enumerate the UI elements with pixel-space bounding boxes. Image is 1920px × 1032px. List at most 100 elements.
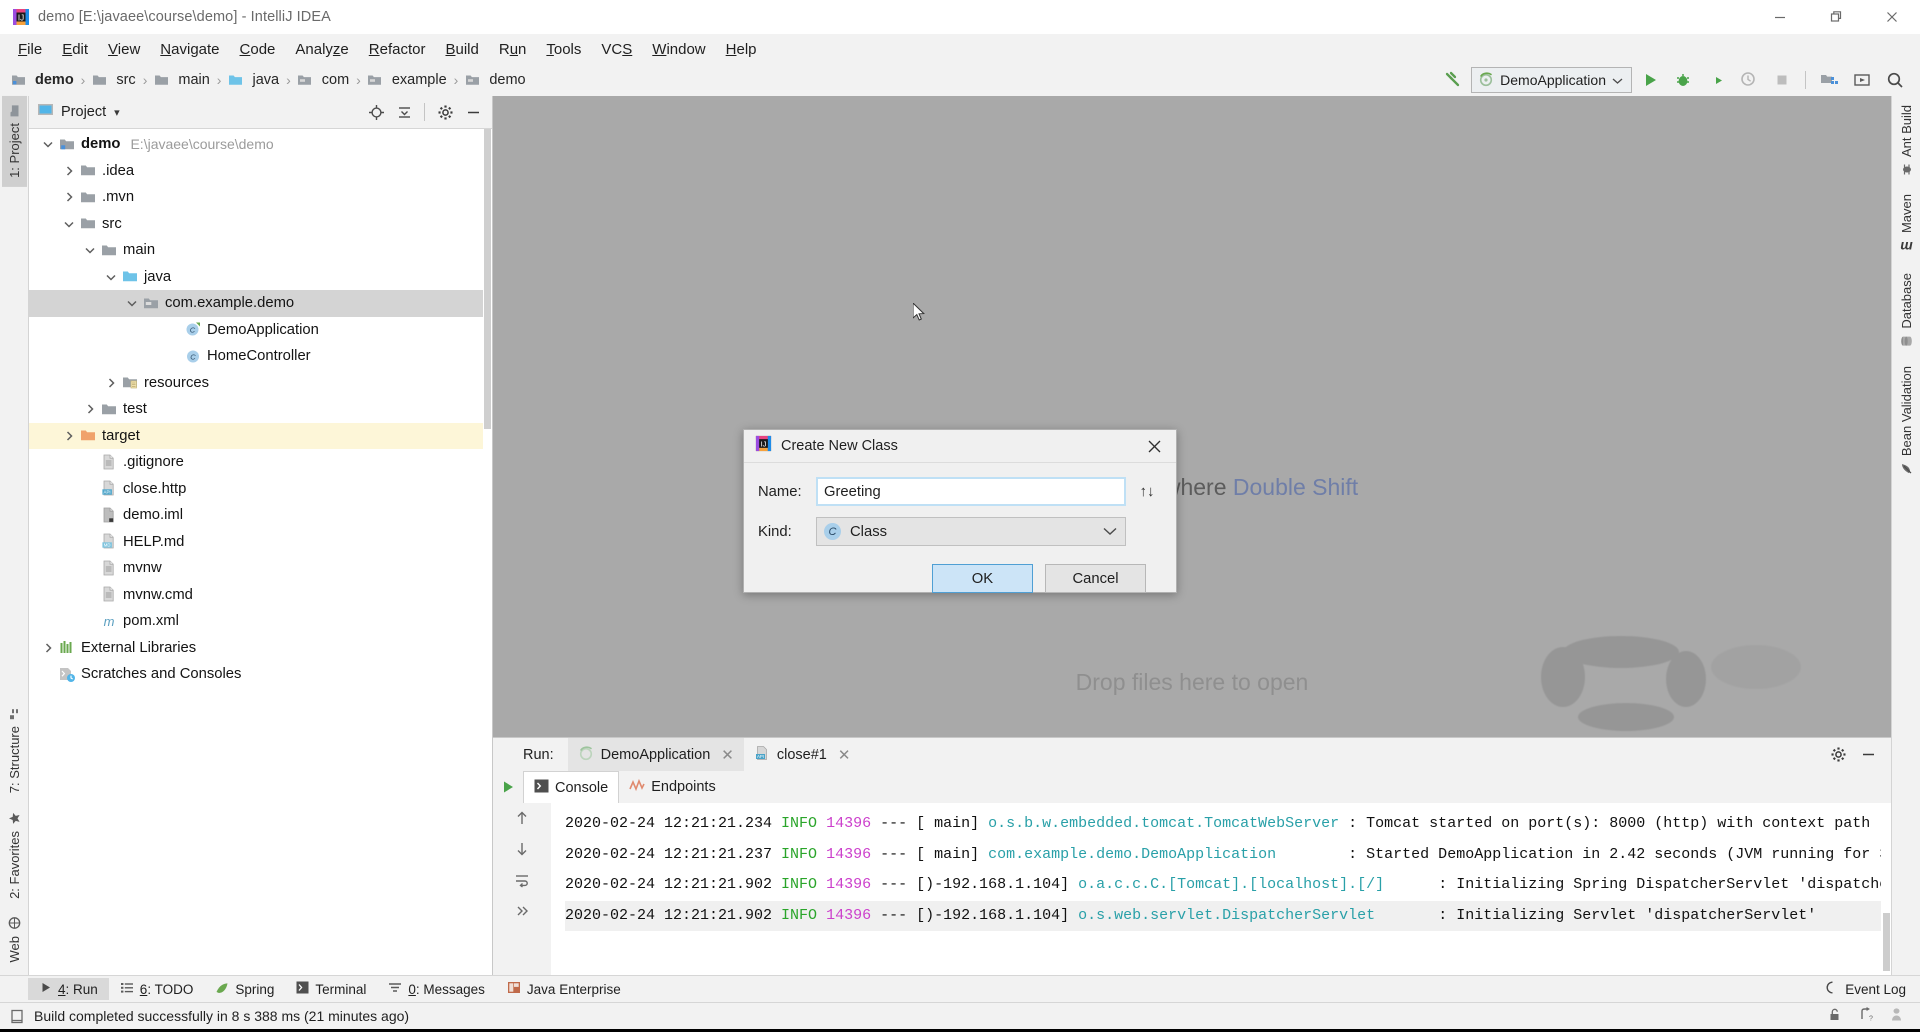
tool-strip-item-terminal[interactable]: Terminal bbox=[285, 978, 377, 1000]
close-icon[interactable]: ✕ bbox=[838, 746, 851, 764]
menu-item-view[interactable]: View bbox=[98, 38, 150, 61]
lock-icon[interactable] bbox=[1827, 1007, 1842, 1025]
search-icon[interactable] bbox=[1880, 66, 1910, 94]
tree-item--idea[interactable]: .idea bbox=[29, 158, 492, 185]
run-icon[interactable] bbox=[1635, 66, 1665, 94]
chevron-down-icon[interactable] bbox=[60, 215, 78, 233]
chevron-down-icon[interactable] bbox=[81, 241, 99, 259]
maximize-button[interactable] bbox=[1808, 0, 1864, 34]
build-hammer-icon[interactable] bbox=[1438, 66, 1468, 94]
chevron-right-icon[interactable] bbox=[60, 427, 78, 445]
sidebar-item-database[interactable]: Database bbox=[1894, 264, 1919, 357]
git-branch-icon[interactable]: ? bbox=[1858, 1007, 1873, 1025]
chevron-down-icon[interactable] bbox=[39, 135, 57, 153]
sidebar-item-ant-build[interactable]: Ant Build bbox=[1894, 96, 1919, 185]
tree-item-demo[interactable]: demo E:\javaee\course\demo bbox=[29, 131, 492, 158]
close-icon[interactable]: ✕ bbox=[721, 746, 734, 764]
tree-item-help-md[interactable]: MD HELP.md bbox=[29, 529, 492, 556]
console-scrollbar[interactable] bbox=[1881, 803, 1891, 975]
chevron-right-icon[interactable] bbox=[81, 400, 99, 418]
breadcrumb-item-com[interactable]: com bbox=[295, 71, 352, 89]
sidebar-item-bean-validation[interactable]: Bean Validation bbox=[1894, 357, 1919, 484]
breadcrumb-item-main[interactable]: main bbox=[151, 71, 212, 89]
swap-order-icon[interactable]: ↑↓ bbox=[1132, 483, 1162, 500]
console-output[interactable]: 2020-02-24 12:21:21.234 INFO 14396 --- [… bbox=[493, 803, 1891, 975]
menu-item-refactor[interactable]: Refactor bbox=[359, 38, 436, 61]
run-with-coverage-icon[interactable] bbox=[1701, 66, 1731, 94]
tree-item--gitignore[interactable]: .gitignore bbox=[29, 449, 492, 476]
tree-item-mvnw-cmd[interactable]: mvnw.cmd bbox=[29, 582, 492, 609]
project-structure-icon[interactable] bbox=[1814, 66, 1844, 94]
tree-item-external-libraries[interactable]: External Libraries bbox=[29, 635, 492, 662]
tree-item-com-example-demo[interactable]: com.example.demo bbox=[29, 290, 492, 317]
tool-strip-item-run[interactable]: 4: Run bbox=[28, 978, 109, 1000]
expand-icon[interactable] bbox=[510, 900, 534, 922]
soft-wrap-icon[interactable] bbox=[510, 869, 534, 891]
hide-icon[interactable] bbox=[460, 99, 486, 125]
scrollbar-thumb[interactable] bbox=[1883, 913, 1890, 971]
tool-strip-item-todo[interactable]: 6: TODO bbox=[109, 978, 205, 1000]
menu-item-run[interactable]: Run bbox=[489, 38, 537, 61]
breadcrumb-item-example[interactable]: example bbox=[365, 71, 450, 89]
settings-gear-icon[interactable] bbox=[1825, 742, 1851, 768]
project-tree-scrollbar[interactable] bbox=[483, 129, 492, 975]
sidebar-item-favorites[interactable]: 2: Favorites bbox=[2, 803, 27, 908]
chevron-down-icon[interactable] bbox=[102, 268, 120, 286]
tool-strip-item-spring[interactable]: Spring bbox=[204, 978, 285, 1000]
project-tree[interactable]: demo E:\javaee\course\demo .idea .mvn src mai… bbox=[29, 129, 492, 975]
tree-item-demo-iml[interactable]: demo.iml bbox=[29, 502, 492, 529]
minimize-button[interactable] bbox=[1752, 0, 1808, 34]
class-name-input[interactable]: Greeting bbox=[816, 477, 1126, 506]
hide-icon[interactable] bbox=[1855, 742, 1881, 768]
menu-item-tools[interactable]: Tools bbox=[536, 38, 591, 61]
debug-icon[interactable] bbox=[1668, 66, 1698, 94]
chevron-right-icon[interactable] bbox=[60, 162, 78, 180]
profile-icon[interactable] bbox=[1734, 66, 1764, 94]
event-log-button[interactable]: Event Log bbox=[1826, 981, 1906, 997]
sidebar-item-project[interactable]: 1: Project bbox=[1, 96, 27, 187]
menu-item-vcs[interactable]: VCS bbox=[591, 38, 642, 61]
tab-endpoints[interactable]: Endpoints bbox=[619, 771, 726, 803]
chevron-right-icon[interactable] bbox=[102, 374, 120, 392]
tree-item-src[interactable]: src bbox=[29, 211, 492, 238]
locate-icon[interactable] bbox=[363, 99, 389, 125]
tab-console[interactable]: Console bbox=[523, 771, 620, 803]
tree-item-homecontroller[interactable]: C HomeController bbox=[29, 343, 492, 370]
menu-item-navigate[interactable]: Navigate bbox=[150, 38, 229, 61]
editor-empty-area[interactable]: Search Everywhere Double Shift Drop file… bbox=[493, 96, 1891, 737]
tree-item--mvn[interactable]: .mvn bbox=[29, 184, 492, 211]
chevron-right-icon[interactable] bbox=[39, 639, 57, 657]
tree-item-main[interactable]: main bbox=[29, 237, 492, 264]
scrollbar-thumb[interactable] bbox=[484, 129, 491, 429]
sidebar-item-web[interactable]: Web bbox=[2, 908, 27, 972]
tree-item-resources[interactable]: resources bbox=[29, 370, 492, 397]
stop-icon[interactable] bbox=[1767, 66, 1797, 94]
breadcrumb-item-demo-pkg[interactable]: demo bbox=[462, 71, 528, 89]
tool-strip-item-messages[interactable]: 0: Messages bbox=[377, 978, 496, 1000]
cancel-button[interactable]: Cancel bbox=[1045, 564, 1146, 593]
menu-item-code[interactable]: Code bbox=[230, 38, 286, 61]
ok-button[interactable]: OK bbox=[932, 564, 1033, 593]
memory-icon[interactable] bbox=[1889, 1007, 1904, 1025]
menu-item-edit[interactable]: Edit bbox=[52, 38, 98, 61]
tree-item-demoapplication[interactable]: C DemoApplication bbox=[29, 317, 492, 344]
run-tab-demoapplication[interactable]: DemoApplication ✕ bbox=[567, 738, 744, 771]
chevron-down-icon[interactable] bbox=[123, 294, 141, 312]
kind-select[interactable]: C Class bbox=[816, 517, 1126, 546]
chevron-right-icon[interactable] bbox=[60, 188, 78, 206]
scroll-down-icon[interactable] bbox=[510, 838, 534, 860]
menu-item-help[interactable]: Help bbox=[716, 38, 767, 61]
dialog-close-button[interactable] bbox=[1134, 430, 1174, 462]
run-configuration-selector[interactable]: DemoApplication bbox=[1471, 67, 1632, 93]
sidebar-item-structure[interactable]: 7: Structure bbox=[2, 699, 27, 802]
rerun-icon[interactable] bbox=[493, 778, 523, 796]
tree-item-pom-xml[interactable]: m pom.xml bbox=[29, 608, 492, 635]
menu-item-file[interactable]: File bbox=[8, 38, 52, 61]
breadcrumb-item-src[interactable]: src bbox=[89, 71, 138, 89]
menu-item-window[interactable]: Window bbox=[642, 38, 715, 61]
scroll-up-icon[interactable] bbox=[510, 807, 534, 829]
collapse-all-icon[interactable] bbox=[391, 99, 417, 125]
tree-item-test[interactable]: test bbox=[29, 396, 492, 423]
breadcrumb-item-java[interactable]: java bbox=[225, 71, 282, 89]
run-tab-close1[interactable]: API close#1 ✕ bbox=[744, 738, 861, 771]
